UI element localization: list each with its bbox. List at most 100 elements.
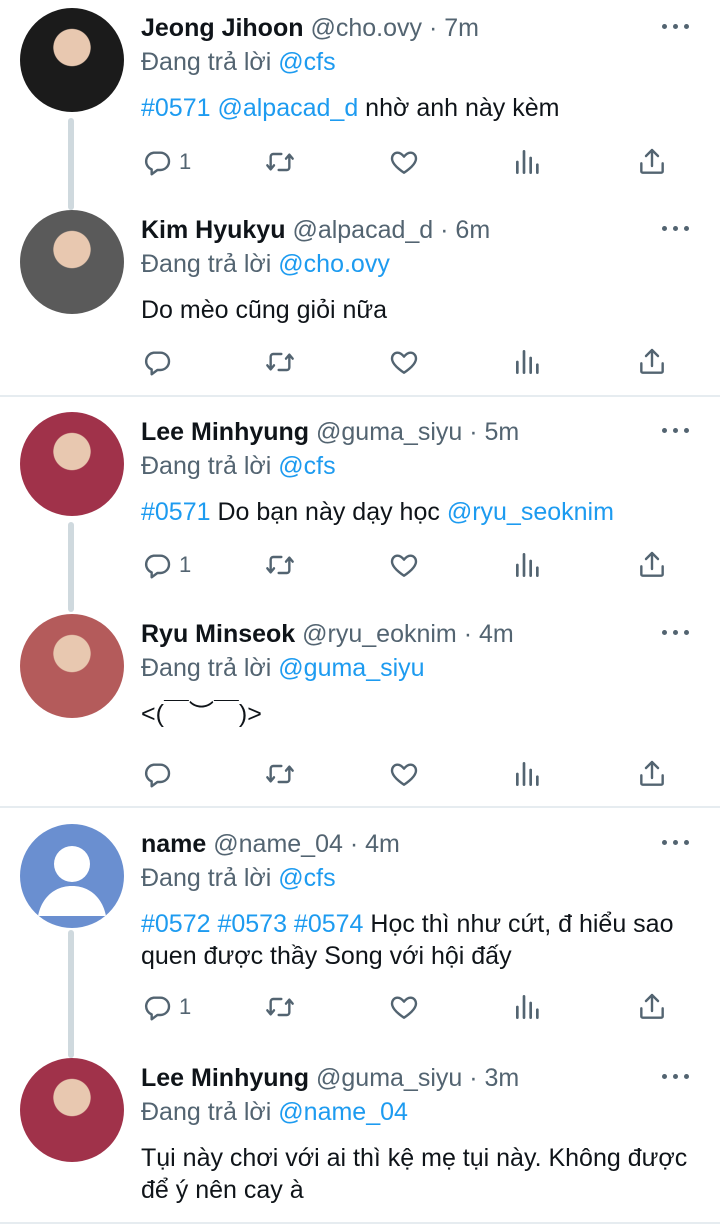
- thread-divider: [0, 395, 720, 397]
- share-button[interactable]: [636, 345, 668, 379]
- reply-button[interactable]: [141, 757, 173, 791]
- avatar[interactable]: [20, 614, 124, 718]
- more-icon[interactable]: [662, 218, 690, 238]
- tweet-text-segment: <(￣︶￣)>: [141, 700, 262, 728]
- user-handle[interactable]: @name_04: [213, 830, 343, 858]
- display-name[interactable]: Lee Minhyung: [141, 418, 309, 446]
- more-icon[interactable]: [662, 420, 690, 440]
- display-name[interactable]: Lee Minhyung: [141, 1064, 309, 1092]
- bar-chart-icon: [516, 350, 539, 374]
- tweet-link[interactable]: @ryu_seoknim: [447, 498, 614, 526]
- tweet-text: #0572 #0573 #0574 Học thì như cứt, đ hiể…: [141, 908, 701, 972]
- user-handle[interactable]: @alpacad_d: [292, 216, 433, 244]
- heart-icon: [390, 554, 418, 577]
- tweet-link[interactable]: #0571: [141, 498, 211, 526]
- retweet-button[interactable]: [264, 145, 296, 179]
- more-icon[interactable]: [662, 622, 690, 642]
- reply-icon: [145, 763, 171, 788]
- replying-to-handle[interactable]: @cfs: [278, 864, 335, 892]
- tweet-actions: [141, 345, 681, 379]
- like-button[interactable]: [388, 990, 420, 1024]
- user-handle[interactable]: @guma_siyu: [316, 1064, 462, 1092]
- replying-to: Đang trả lời @cfs: [141, 48, 336, 77]
- replying-to-handle[interactable]: @name_04: [278, 1098, 408, 1126]
- tweet-text-segment: Tụi này chơi với ai thì kệ mẹ tụi này. K…: [141, 1144, 688, 1204]
- like-button[interactable]: [388, 757, 420, 791]
- timestamp[interactable]: 3m: [485, 1064, 520, 1092]
- separator-dot: ·: [342, 830, 366, 858]
- views-button[interactable]: [512, 990, 544, 1024]
- retweet-button[interactable]: [264, 990, 296, 1024]
- views-button[interactable]: [512, 757, 544, 791]
- reply-icon: [145, 351, 171, 376]
- replying-to-handle[interactable]: @cfs: [278, 48, 335, 76]
- reply-button[interactable]: 1: [141, 990, 191, 1024]
- views-button[interactable]: [512, 145, 544, 179]
- avatar[interactable]: [20, 412, 124, 516]
- timestamp[interactable]: 7m: [444, 14, 479, 42]
- bar-chart-icon: [516, 995, 539, 1019]
- avatar[interactable]: [20, 8, 124, 112]
- reply-button[interactable]: 1: [141, 145, 191, 179]
- like-button[interactable]: [388, 145, 420, 179]
- retweet-button[interactable]: [264, 757, 296, 791]
- retweet-button[interactable]: [264, 548, 296, 582]
- user-handle[interactable]: @ryu_eoknim: [302, 620, 457, 648]
- separator-dot: ·: [462, 1064, 485, 1092]
- retweet-icon: [266, 764, 294, 784]
- views-button[interactable]: [512, 548, 544, 582]
- user-handle[interactable]: @guma_siyu: [316, 418, 462, 446]
- share-icon: [640, 760, 664, 786]
- reply-button[interactable]: [141, 345, 173, 379]
- like-button[interactable]: [388, 345, 420, 379]
- replying-to-label: Đang trả lời: [141, 48, 279, 76]
- user-handle[interactable]: @cho.ovy: [310, 14, 422, 42]
- like-button[interactable]: [388, 548, 420, 582]
- display-name[interactable]: Kim Hyukyu: [141, 216, 285, 244]
- replying-to-handle[interactable]: @cfs: [278, 452, 335, 480]
- retweet-button[interactable]: [264, 345, 296, 379]
- replying-to: Đang trả lời @cho.ovy: [141, 250, 390, 279]
- reply-count: 1: [179, 552, 192, 577]
- more-icon[interactable]: [662, 16, 690, 36]
- display-name[interactable]: name: [141, 830, 206, 858]
- avatar[interactable]: [20, 824, 124, 928]
- avatar[interactable]: [20, 1058, 124, 1162]
- share-button[interactable]: [636, 757, 668, 791]
- tweet-text: #0571 Do bạn này dạy học @ryu_seoknim: [141, 496, 701, 528]
- timestamp[interactable]: 5m: [485, 418, 520, 446]
- share-button[interactable]: [636, 548, 668, 582]
- tweet-actions: 1: [141, 990, 681, 1024]
- timestamp[interactable]: 4m: [479, 620, 514, 648]
- reply-button[interactable]: 1: [141, 548, 191, 582]
- tweet-header: Ryu Minseok @ryu_eoknim · 4m: [141, 620, 514, 649]
- separator-dot: ·: [433, 216, 456, 244]
- timestamp[interactable]: 6m: [455, 216, 490, 244]
- tweet-text: Do mèo cũng giỏi nữa: [141, 294, 701, 326]
- avatar[interactable]: [20, 210, 124, 314]
- share-button[interactable]: [636, 990, 668, 1024]
- views-button[interactable]: [512, 345, 544, 379]
- replying-to-label: Đang trả lời: [141, 250, 279, 278]
- replying-to: Đang trả lời @cfs: [141, 452, 336, 481]
- bar-chart-icon: [516, 553, 539, 577]
- timestamp[interactable]: 4m: [365, 830, 400, 858]
- reply-count: 1: [179, 994, 192, 1019]
- share-button[interactable]: [636, 145, 668, 179]
- tweet-actions: 1: [141, 145, 681, 179]
- tweet-link[interactable]: #0571 @alpacad_d: [141, 94, 358, 122]
- replying-to-handle[interactable]: @guma_siyu: [278, 654, 424, 682]
- tweet-text-segment: Do mèo cũng giỏi nữa: [141, 296, 388, 324]
- retweet-icon: [266, 555, 294, 575]
- replying-to-handle[interactable]: @cho.ovy: [278, 250, 390, 278]
- display-name[interactable]: Jeong Jihoon: [141, 14, 304, 42]
- more-icon[interactable]: [662, 1066, 690, 1086]
- display-name[interactable]: Ryu Minseok: [141, 620, 295, 648]
- retweet-icon: [266, 352, 294, 372]
- tweet-text-segment: nhờ anh này kèm: [358, 94, 560, 122]
- separator-dot: ·: [456, 620, 479, 648]
- more-icon[interactable]: [662, 832, 690, 852]
- share-icon: [640, 993, 664, 1019]
- thread-divider: [0, 1222, 720, 1224]
- tweet-link[interactable]: #0572 #0573 #0574: [141, 910, 363, 938]
